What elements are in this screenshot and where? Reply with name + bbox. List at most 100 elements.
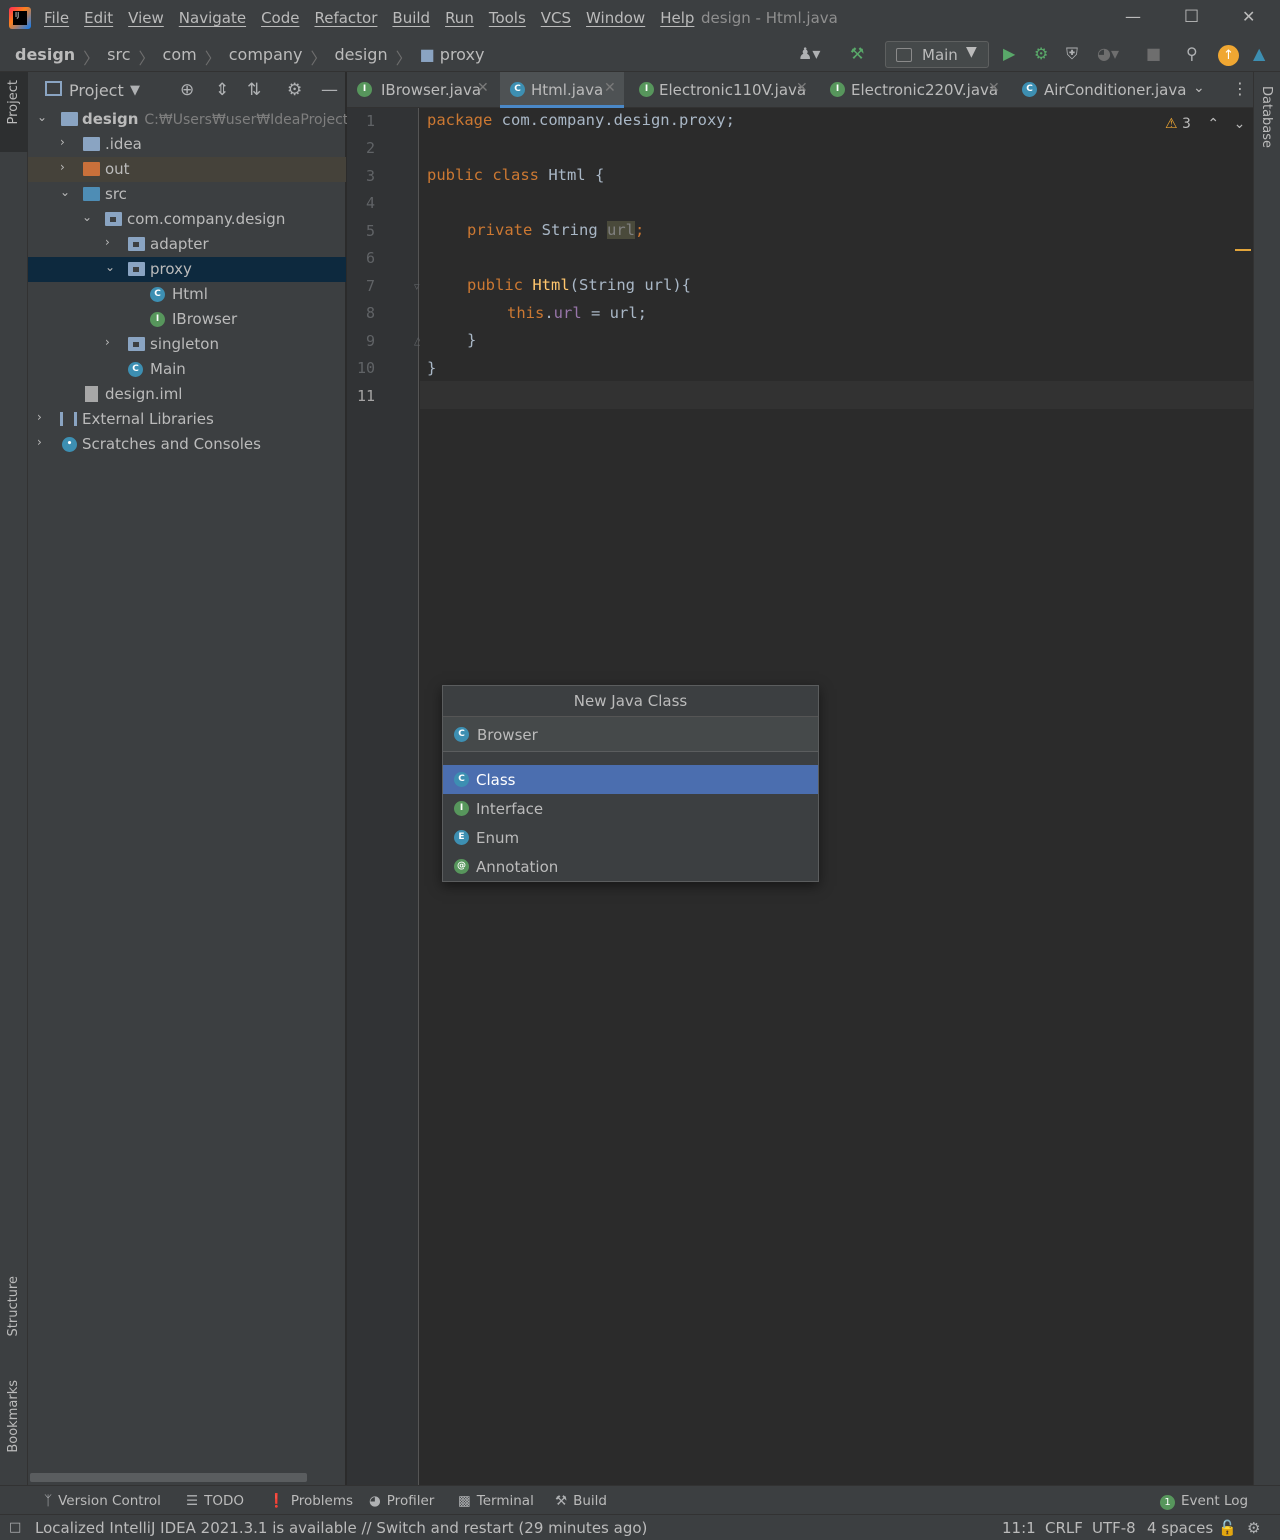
warning-stripe-mark[interactable]	[1235, 249, 1251, 251]
tree-item-html[interactable]: C Html	[28, 282, 346, 307]
coverage-icon[interactable]: ⛨	[1066, 44, 1078, 64]
menu-window[interactable]: Window	[586, 9, 645, 27]
class-name-input[interactable]: C Browser	[443, 717, 818, 752]
menu-build[interactable]: Build	[392, 9, 430, 27]
close-window-icon[interactable]: ✕	[1242, 7, 1255, 26]
breadcrumb-src[interactable]: src	[107, 45, 130, 69]
bookmarks-stripe-button[interactable]: Bookmarks	[6, 1380, 21, 1453]
build-hammer-icon[interactable]: ⚒	[850, 44, 864, 63]
tree-item-ibrowser[interactable]: I IBrowser	[28, 307, 346, 332]
menu-run[interactable]: Run	[445, 9, 474, 27]
menu-vcs[interactable]: VCS	[541, 9, 571, 27]
option-annotation[interactable]: @ Annotation	[443, 852, 818, 881]
gear-icon[interactable]: ⚙	[287, 80, 302, 100]
stop-icon[interactable]: ■	[1146, 44, 1161, 63]
update-icon[interactable]: ↑	[1218, 45, 1239, 66]
menu-navigate[interactable]: Navigate	[179, 9, 246, 27]
chevron-right-icon[interactable]: ›	[37, 410, 42, 424]
inspector-icon[interactable]: ⚙	[1247, 1519, 1260, 1537]
plugin-icon[interactable]: ▲	[1253, 44, 1265, 63]
close-icon[interactable]: ✕	[988, 80, 1000, 96]
project-panel-title[interactable]: Project	[69, 81, 124, 100]
tree-item-src[interactable]: ⌄ src	[28, 182, 346, 207]
menu-file[interactable]: File	[44, 9, 69, 27]
user-icon[interactable]: ♟▾	[798, 44, 820, 63]
run-config-dropdown[interactable]: Main ▼	[885, 41, 989, 68]
search-icon[interactable]: ⚲	[1186, 44, 1198, 63]
tree-item-design-iml[interactable]: design.iml	[28, 382, 346, 407]
toggle-tool-windows-icon[interactable]: □	[9, 1520, 21, 1535]
option-enum[interactable]: E Enum	[443, 823, 818, 852]
caret-position[interactable]: 11:1	[1002, 1519, 1036, 1537]
breadcrumb-design-pkg[interactable]: design	[335, 45, 388, 69]
option-class[interactable]: C Class	[443, 765, 818, 794]
tree-item-design[interactable]: ⌄ design C:₩Users₩user₩IdeaProjects₩d	[28, 107, 378, 132]
profile-icon[interactable]: ◕▾	[1097, 44, 1119, 63]
close-icon[interactable]: ✕	[796, 80, 808, 96]
chevron-up-icon[interactable]: ⌃	[1207, 116, 1219, 132]
menu-edit[interactable]: Edit	[84, 9, 113, 27]
status-message[interactable]: Localized IntelliJ IDEA 2021.3.1 is avai…	[35, 1519, 647, 1537]
tool-profiler[interactable]: ◕ Profiler	[369, 1493, 434, 1509]
locate-icon[interactable]: ⊕	[180, 80, 194, 100]
tab-html[interactable]: C Html.java ✕	[500, 72, 624, 108]
tool-todo[interactable]: ☰ TODO	[186, 1493, 244, 1509]
tree-item-idea[interactable]: › .idea	[28, 132, 346, 157]
database-stripe-button[interactable]: Database	[1259, 86, 1274, 148]
close-icon[interactable]: ✕	[604, 80, 616, 96]
chevron-right-icon[interactable]: ›	[60, 135, 65, 149]
chevron-right-icon[interactable]: ›	[60, 160, 65, 174]
menu-tools[interactable]: Tools	[489, 9, 526, 27]
chevron-right-icon[interactable]: ›	[37, 435, 42, 449]
tree-item-proxy[interactable]: ⌄ proxy	[28, 257, 346, 282]
chevron-down-icon[interactable]: ⌄	[60, 185, 70, 199]
tab-ibrowser[interactable]: I IBrowser.java ✕	[347, 72, 495, 108]
minimize-icon[interactable]: —	[1125, 7, 1141, 26]
menu-view[interactable]: View	[128, 9, 164, 27]
project-stripe-button[interactable]: Project	[6, 80, 21, 124]
chevron-down-icon[interactable]: ⌄	[1193, 80, 1205, 96]
menu-refactor[interactable]: Refactor	[314, 9, 377, 27]
tool-event-log[interactable]: 1 Event Log	[1160, 1493, 1248, 1510]
tree-item-singleton[interactable]: › singleton	[28, 332, 346, 357]
chevron-down-icon[interactable]: ⌄	[37, 110, 47, 124]
breadcrumb-company[interactable]: company	[229, 45, 303, 69]
option-interface[interactable]: I Interface	[443, 794, 818, 823]
chevron-right-icon[interactable]: ›	[105, 235, 110, 249]
expand-all-icon[interactable]: ⇕	[215, 80, 229, 100]
chevron-down-icon[interactable]: ▼	[130, 83, 140, 98]
tab-electronic110v[interactable]: I Electronic110V.java ✕	[629, 72, 815, 108]
tree-item-com-company-design[interactable]: ⌄ com.company.design	[28, 207, 346, 232]
tree-item-scratches[interactable]: › • Scratches and Consoles	[28, 432, 346, 457]
chevron-right-icon[interactable]: ›	[105, 335, 110, 349]
tree-item-out[interactable]: › out	[28, 157, 346, 182]
file-encoding[interactable]: UTF-8	[1092, 1519, 1136, 1537]
run-icon[interactable]: ▶	[1003, 44, 1015, 63]
breadcrumb-com[interactable]: com	[163, 45, 197, 69]
fold-icon[interactable]: ▿	[414, 280, 420, 293]
tool-build[interactable]: ⚒ Build	[555, 1493, 607, 1509]
hide-panel-icon[interactable]: —	[321, 80, 338, 100]
breadcrumb-design[interactable]: design	[15, 45, 75, 69]
indent-setting[interactable]: 4 spaces	[1147, 1519, 1213, 1537]
more-icon[interactable]: ⋮	[1232, 79, 1248, 98]
tool-terminal[interactable]: ▩ Terminal	[458, 1493, 534, 1509]
lock-icon[interactable]: 🔓	[1218, 1519, 1237, 1537]
tree-item-external-libraries[interactable]: › External Libraries	[28, 407, 346, 432]
menu-code[interactable]: Code	[261, 9, 299, 27]
warnings-indicator[interactable]: ⚠ 3 ⌃ ⌄	[1165, 116, 1245, 132]
tab-electronic220v[interactable]: I Electronic220V.java ✕	[820, 72, 1006, 108]
chevron-down-icon[interactable]: ⌄	[105, 260, 115, 274]
breadcrumb-proxy[interactable]: ■ proxy	[420, 45, 485, 69]
horizontal-scrollbar[interactable]	[30, 1473, 307, 1482]
collapse-all-icon[interactable]: ⇅	[247, 80, 261, 100]
menu-help[interactable]: Help	[660, 9, 694, 27]
debug-icon[interactable]: ⚙	[1034, 44, 1048, 63]
tool-version-control[interactable]: ᛉ Version Control	[44, 1493, 161, 1509]
structure-stripe-button[interactable]: Structure	[6, 1276, 21, 1336]
chevron-down-icon[interactable]: ⌄	[1234, 116, 1246, 132]
maximize-icon[interactable]: □	[1184, 5, 1199, 24]
tool-problems[interactable]: ❗ Problems	[268, 1493, 353, 1509]
line-separator[interactable]: CRLF	[1045, 1519, 1083, 1537]
tab-airconditioner[interactable]: C AirConditioner.java	[1012, 72, 1187, 108]
